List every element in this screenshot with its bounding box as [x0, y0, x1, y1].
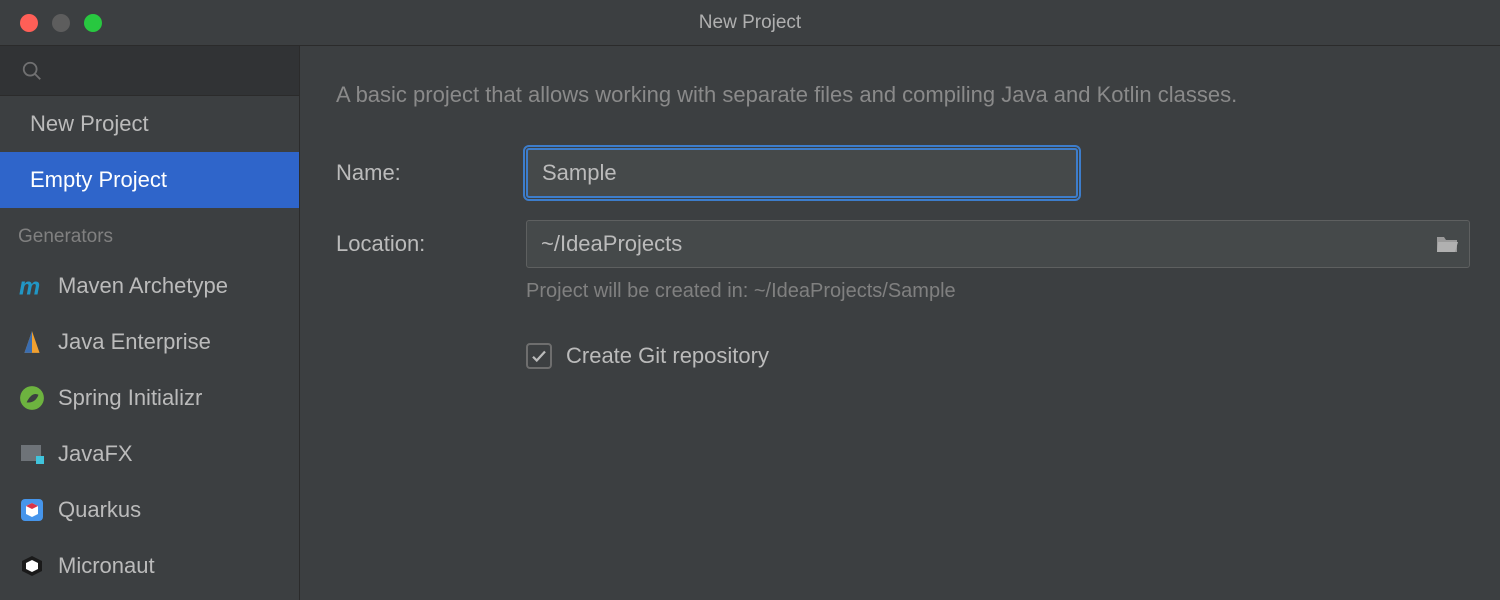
sidebar-item-javafx[interactable]: JavaFX: [0, 426, 299, 482]
location-hint: Project will be created in: ~/IdeaProjec…: [526, 280, 1470, 303]
close-window-button[interactable]: [20, 14, 38, 32]
titlebar: New Project: [0, 0, 1500, 46]
location-input[interactable]: [527, 221, 1435, 267]
sidebar-item-label: Quarkus: [58, 497, 141, 523]
name-input[interactable]: [526, 148, 1078, 198]
name-label: Name:: [336, 160, 526, 186]
sidebar-item-java-enterprise[interactable]: Java Enterprise: [0, 314, 299, 370]
sidebar-item-spring-initializr[interactable]: Spring Initializr: [0, 370, 299, 426]
javafx-icon: [18, 440, 46, 468]
sidebar-item-label: JavaFX: [58, 441, 133, 467]
sidebar-item-quarkus[interactable]: Quarkus: [0, 482, 299, 538]
git-repository-checkbox[interactable]: [526, 343, 552, 369]
spring-icon: [18, 384, 46, 412]
window-title: New Project: [699, 12, 801, 34]
git-repository-label: Create Git repository: [566, 343, 769, 369]
browse-folder-icon[interactable]: [1435, 234, 1459, 254]
generators-header: Generators: [0, 208, 299, 258]
location-label: Location:: [336, 231, 526, 257]
sidebar-item-label: Maven Archetype: [58, 273, 228, 299]
sidebar-item-label: Spring Initializr: [58, 385, 202, 411]
sidebar-item-label: Empty Project: [30, 167, 167, 193]
svg-text:m: m: [19, 274, 40, 299]
sidebar-item-micronaut[interactable]: Micronaut: [0, 538, 299, 594]
minimize-window-button[interactable]: [52, 14, 70, 32]
content-pane: A basic project that allows working with…: [300, 46, 1500, 600]
sidebar-item-empty-project[interactable]: Empty Project: [0, 152, 299, 208]
micronaut-icon: [18, 552, 46, 580]
maven-icon: m: [18, 272, 46, 300]
search-input[interactable]: [0, 46, 299, 96]
sidebar: New Project Empty Project Generators m M…: [0, 46, 300, 600]
java-ee-icon: [18, 328, 46, 356]
window-controls: [0, 14, 102, 32]
sidebar-item-label: New Project: [30, 111, 149, 137]
maximize-window-button[interactable]: [84, 14, 102, 32]
sidebar-item-new-project[interactable]: New Project: [0, 96, 299, 152]
quarkus-icon: [18, 496, 46, 524]
project-description: A basic project that allows working with…: [336, 82, 1470, 108]
sidebar-item-maven-archetype[interactable]: m Maven Archetype: [0, 258, 299, 314]
search-icon: [18, 57, 46, 85]
sidebar-item-label: Java Enterprise: [58, 329, 211, 355]
sidebar-item-label: Micronaut: [58, 553, 155, 579]
